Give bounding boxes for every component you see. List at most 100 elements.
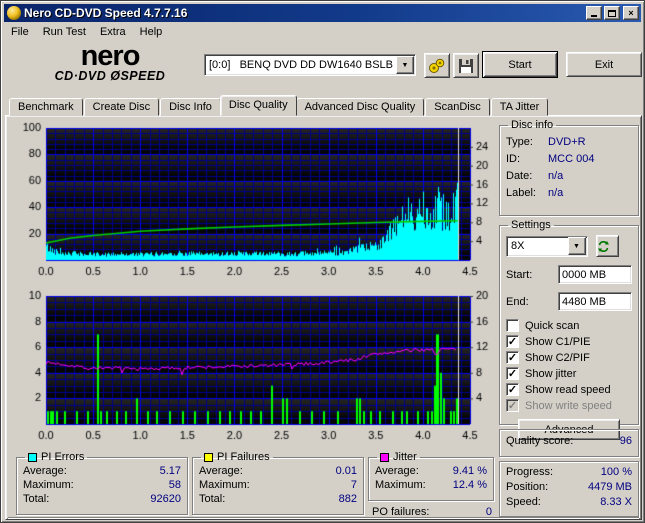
show-c1-pie-checkbox[interactable]: ✓ Show C1/PIE <box>506 335 632 348</box>
pie-maximum-label: Maximum: <box>23 479 74 491</box>
app-icon <box>7 6 21 20</box>
jitter-maximum-value: 12.4 % <box>452 479 487 491</box>
pif-maximum-value: 7 <box>350 479 357 491</box>
disc-quality-page: Disc info Type: DVD+R ID: MCC 004 Date: n/a… <box>5 115 642 520</box>
show-c2-pif-label: Show C2/PIF <box>525 351 590 364</box>
tab-disc-quality[interactable]: Disc Quality <box>219 95 297 116</box>
disc-id-value: MCC 004 <box>548 153 595 165</box>
pie-total-label: Total: <box>23 493 50 505</box>
speed-select[interactable]: 8X ▼ <box>506 235 588 257</box>
jitter-stats-group: Jitter Average: 9.41 % Maximum: 12.4 % <box>368 451 494 501</box>
speed-select-value: 8X <box>511 240 525 252</box>
show-c1-pie-label: Show C1/PIE <box>525 335 591 348</box>
pi-failures-stats-group: PI Failures Average: 0.01 Maximum: 7 Total… <box>192 451 364 515</box>
drive-selector-dropdown-button[interactable]: ▼ <box>396 56 414 74</box>
nero-logo-text: nero <box>80 40 141 72</box>
menu-bar: File Run Test Extra Help <box>4 22 641 42</box>
position-label: Position: <box>506 481 549 493</box>
minimize-button[interactable] <box>586 6 602 20</box>
gears-icon <box>429 58 445 73</box>
disc-date-label: Date: <box>506 170 533 182</box>
checkbox-icon <box>506 319 519 332</box>
checkbox-icon: ✓ <box>506 335 519 348</box>
end-position-input[interactable] <box>558 292 632 311</box>
menu-extra[interactable]: Extra <box>93 24 133 40</box>
quality-score-value: 96 <box>619 435 632 447</box>
start-label: Start: <box>506 268 533 281</box>
checkbox-icon: ✓ <box>506 383 519 396</box>
drive-selector-value: [0:0] BENQ DVD DD DW1640 BSLB <box>209 59 394 71</box>
exit-button[interactable]: Exit <box>566 52 642 77</box>
jitter-maximum-label: Maximum: <box>375 479 426 491</box>
drive-selector[interactable]: [0:0] BENQ DVD DD DW1640 BSLB ▼ <box>204 54 416 76</box>
show-read-speed-checkbox[interactable]: ✓ Show read speed <box>506 383 632 396</box>
close-icon: × <box>628 7 634 18</box>
tab-disc-info[interactable]: Disc Info <box>160 98 221 116</box>
refresh-button[interactable] <box>596 235 619 257</box>
quick-scan-checkbox[interactable]: Quick scan <box>506 319 632 332</box>
tab-create-disc[interactable]: Create Disc <box>83 98 160 116</box>
end-label: End: <box>506 295 529 308</box>
disc-label-label: Label: <box>506 187 536 199</box>
tab-scandisc[interactable]: ScanDisc <box>425 98 490 116</box>
settings-group: Settings 8X ▼ Start: 0000 MB End: 4480 M… <box>499 219 639 440</box>
checkbox-icon: ✓ <box>506 367 519 380</box>
jitter-average-value: 9.41 % <box>452 465 487 477</box>
pif-average-label: Average: <box>199 465 243 477</box>
maximize-icon <box>608 9 616 17</box>
disc-info-group: Disc info Type: DVD+R ID: MCC 004 Date: n/a… <box>499 119 639 216</box>
settings-title: Settings <box>511 219 551 231</box>
jitter-average-label: Average: <box>375 465 419 477</box>
pi-errors-title: PI Errors <box>41 451 85 463</box>
pie-total-value: 92620 <box>150 493 181 505</box>
chevron-down-icon: ▼ <box>573 242 580 250</box>
disc-type-value: DVD+R <box>548 136 586 148</box>
menu-file[interactable]: File <box>4 24 36 40</box>
tab-benchmark[interactable]: Benchmark <box>9 98 83 116</box>
quick-scan-label: Quick scan <box>525 319 580 332</box>
progress-value: 100 % <box>600 466 632 478</box>
show-read-speed-label: Show read speed <box>525 383 611 396</box>
pi-failures-jitter-chart <box>12 286 496 446</box>
pi-errors-legend-swatch <box>28 452 37 462</box>
show-c2-pif-checkbox[interactable]: ✓ Show C2/PIF <box>506 351 632 364</box>
save-button[interactable] <box>453 53 479 78</box>
close-button[interactable]: × <box>623 6 639 20</box>
disc-date-value: n/a <box>548 170 564 182</box>
save-icon <box>459 58 473 73</box>
nero-logo: nero CD·DVD ØSPEED <box>30 40 190 84</box>
title-bar: Nero CD-DVD Speed 4.7.7.16 × <box>4 4 641 22</box>
pie-average-value: 5.17 <box>159 465 181 477</box>
start-position-input[interactable] <box>558 265 632 284</box>
tab-ta-jitter[interactable]: TA Jitter <box>490 98 549 116</box>
start-button[interactable]: Start <box>482 51 558 78</box>
menu-run-test[interactable]: Run Test <box>36 24 93 40</box>
menu-help[interactable]: Help <box>133 24 170 40</box>
window-title: Nero CD-DVD Speed 4.7.7.16 <box>24 6 188 20</box>
chevron-down-icon: ▼ <box>401 61 409 69</box>
pif-average-value: 0.01 <box>335 465 357 477</box>
jitter-title: Jitter <box>393 451 417 463</box>
pi-failures-title: PI Failures <box>217 451 270 463</box>
pi-errors-stats-group: PI Errors Average: 5.17 Maximum: 58 Total:… <box>16 451 188 515</box>
show-jitter-checkbox[interactable]: ✓ Show jitter <box>506 367 632 380</box>
refresh-icon <box>598 240 609 252</box>
show-write-speed-label: Show write speed <box>525 399 612 412</box>
toolbar: nero CD·DVD ØSPEED [0:0] BENQ DVD DD DW1… <box>4 40 642 92</box>
pif-maximum-label: Maximum: <box>199 479 250 491</box>
pie-maximum-value: 58 <box>168 479 181 491</box>
jitter-legend-swatch <box>380 452 389 462</box>
disc-type-label: Type: <box>506 136 533 148</box>
speed-value: 8.33 X <box>600 496 632 508</box>
pi-failures-legend-swatch <box>204 452 213 462</box>
speed-label: Speed: <box>506 496 541 508</box>
speed-select-dropdown-button[interactable]: ▼ <box>568 237 586 255</box>
pi-errors-chart <box>12 118 496 282</box>
quality-score-panel: Quality score: 96 <box>499 429 639 457</box>
maximize-button[interactable] <box>604 6 620 20</box>
pie-average-label: Average: <box>23 465 67 477</box>
tab-advanced-disc-quality[interactable]: Advanced Disc Quality <box>295 98 425 116</box>
tab-strip: Benchmark Create Disc Disc Info Disc Qua… <box>9 95 638 116</box>
options-button[interactable] <box>424 53 450 78</box>
checkbox-icon: ✓ <box>506 351 519 364</box>
